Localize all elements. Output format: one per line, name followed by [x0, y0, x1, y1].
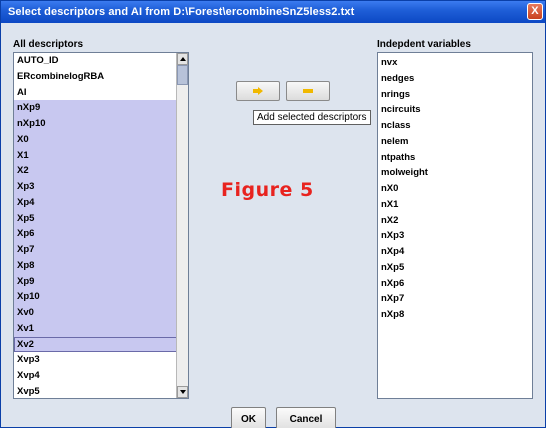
independent-variables-list[interactable]: nvx nedges nrings ncircuits nclass nelem ntpat… [377, 52, 533, 399]
descriptor-item[interactable]: X1 [14, 147, 188, 164]
descriptor-item[interactable]: X2 [14, 163, 188, 179]
descriptor-item[interactable]: Xvp3 [14, 352, 188, 368]
variable-item[interactable]: nrings [378, 87, 532, 103]
close-button[interactable]: X [527, 3, 543, 20]
variable-item[interactable]: ncircuits [378, 102, 532, 118]
variable-item[interactable]: nX1 [378, 197, 532, 213]
variable-item[interactable]: nXp3 [378, 228, 532, 244]
variable-item[interactable]: molweight [378, 165, 532, 181]
vertical-scrollbar[interactable] [176, 53, 188, 398]
descriptor-item[interactable]: Xp4 [14, 194, 188, 211]
title-bar[interactable]: Select descriptors and AI from D:\Forest… [1, 1, 545, 23]
descriptor-item[interactable]: Xv1 [14, 320, 188, 337]
variable-item[interactable]: nX2 [378, 213, 532, 229]
tooltip: Add selected descriptors [253, 110, 371, 125]
figure-annotation: Figure 5 [221, 179, 314, 201]
minus-icon [303, 89, 313, 93]
close-icon: X [531, 5, 539, 17]
variable-item[interactable]: nXp6 [378, 276, 532, 292]
variable-item[interactable]: ntpaths [378, 150, 532, 166]
variable-item[interactable]: nedges [378, 71, 532, 87]
independent-variables-items: nvx nedges nrings ncircuits nclass nelem ntpat… [378, 53, 532, 323]
descriptor-item[interactable]: Xp3 [14, 179, 188, 195]
descriptor-item[interactable]: Xp7 [14, 242, 188, 258]
arrow-up-icon [179, 57, 186, 61]
descriptor-item[interactable]: Xvp5 [14, 384, 188, 398]
descriptor-item[interactable]: Xv2 [14, 336, 188, 353]
scroll-up-button[interactable] [177, 53, 188, 65]
variable-item[interactable]: nelem [378, 134, 532, 150]
ok-button[interactable]: OK [231, 407, 266, 428]
descriptor-item[interactable]: nXp9 [14, 100, 188, 116]
descriptor-item[interactable]: Xp5 [14, 210, 188, 227]
dialog-window: Select descriptors and AI from D:\Forest… [0, 0, 546, 428]
descriptor-item[interactable]: X0 [14, 131, 188, 148]
variable-item[interactable]: nXp8 [378, 307, 532, 323]
descriptor-item[interactable]: Xp9 [14, 273, 188, 290]
variable-item[interactable]: nXp5 [378, 260, 532, 276]
descriptor-item[interactable]: Xv0 [14, 305, 188, 321]
all-descriptors-items: AUTO_ID ERcombinelogRBA AI nXp9 nXp10 X0 X1 X2 X… [14, 53, 188, 398]
all-descriptors-title: All descriptors [13, 39, 84, 50]
arrow-down-icon [179, 390, 186, 394]
variable-item[interactable]: nX0 [378, 181, 532, 197]
descriptor-item[interactable]: AI [14, 85, 188, 101]
independent-variables-title: Indepdent variables [377, 39, 471, 50]
variable-item[interactable]: nXp7 [378, 291, 532, 307]
descriptor-item[interactable]: AUTO_ID [14, 53, 188, 69]
remove-descriptors-button[interactable] [286, 81, 330, 101]
right-arrow-icon [253, 87, 263, 95]
descriptor-item[interactable]: nXp10 [14, 116, 188, 132]
descriptor-item[interactable]: Xp10 [14, 289, 188, 305]
variable-item[interactable]: nXp4 [378, 244, 532, 260]
add-descriptors-button[interactable] [236, 81, 280, 101]
descriptor-item[interactable]: Xvp4 [14, 368, 188, 384]
window-title: Select descriptors and AI from D:\Forest… [8, 6, 355, 18]
all-descriptors-list[interactable]: AUTO_ID ERcombinelogRBA AI nXp9 nXp10 X0 X1 X2 X… [13, 52, 189, 399]
scroll-down-button[interactable] [177, 386, 188, 398]
descriptor-item[interactable]: Xp8 [14, 257, 188, 274]
descriptor-item[interactable]: ERcombinelogRBA [14, 69, 188, 85]
variable-item[interactable]: nvx [378, 55, 532, 71]
descriptor-item[interactable]: Xp6 [14, 226, 188, 242]
scroll-thumb[interactable] [177, 65, 188, 85]
variable-item[interactable]: nclass [378, 118, 532, 134]
cancel-button[interactable]: Cancel [276, 407, 336, 428]
